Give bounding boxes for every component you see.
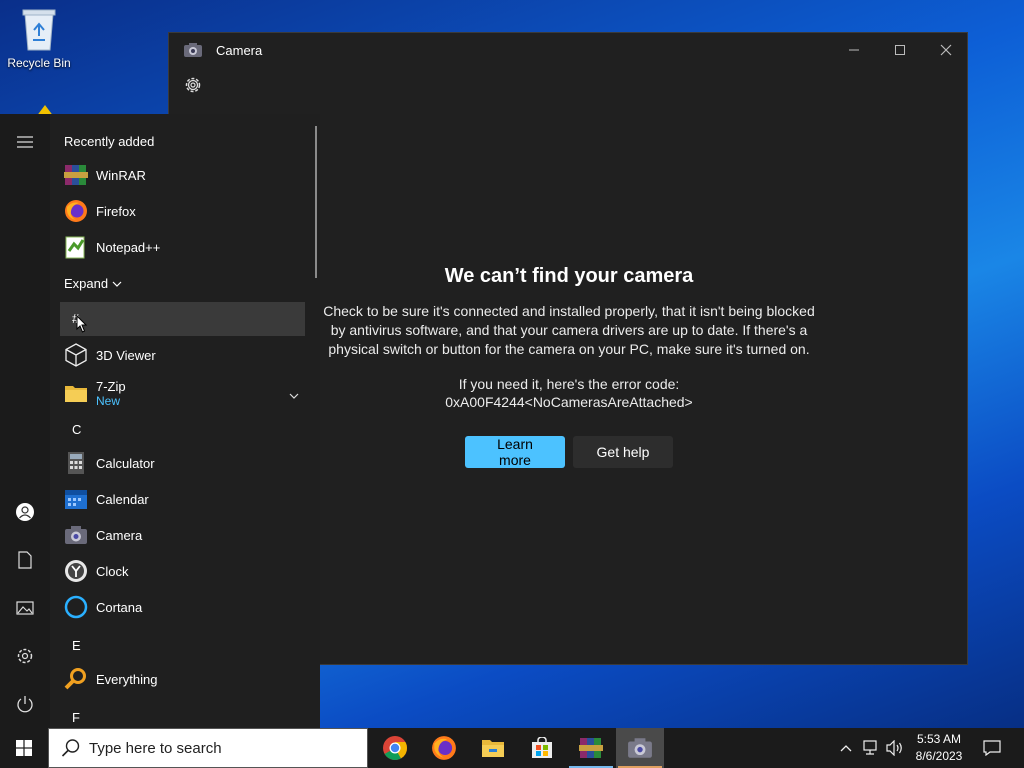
camera-error-panel: We can’t find your camera Check to be su… [319, 265, 819, 468]
group-header-e[interactable]: E [72, 638, 81, 653]
clock-time: 5:53 AM [916, 732, 962, 746]
recycle-bin[interactable]: Recycle Bin [4, 6, 74, 70]
learn-more-button[interactable]: Learn more [465, 436, 565, 468]
minimize-button[interactable] [831, 33, 877, 67]
camera-titlebar[interactable]: Camera [169, 33, 967, 67]
maximize-button[interactable] [877, 33, 923, 67]
new-badge: New [96, 393, 121, 408]
search-icon [61, 738, 81, 758]
app-calendar[interactable]: Calendar [60, 481, 305, 517]
cube-icon [64, 343, 88, 367]
app-3d-viewer[interactable]: 3D Viewer [60, 337, 305, 373]
taskbar: 5:53 AM 8/6/2023 [0, 728, 1024, 768]
start-menu: Recently added WinRAR Firefox Notepad++ … [0, 114, 320, 728]
app-notepad-plus-plus[interactable]: Notepad++ [60, 229, 305, 265]
network-icon[interactable] [860, 728, 882, 768]
show-hidden-icons-button[interactable] [836, 728, 856, 768]
store-icon [532, 737, 552, 758]
search-input[interactable] [89, 739, 349, 757]
taskbar-chrome[interactable] [371, 728, 419, 768]
camera-icon [184, 43, 202, 57]
action-center-icon[interactable] [978, 728, 1006, 768]
folder-icon [64, 381, 88, 405]
recently-added-header: Recently added [64, 134, 155, 149]
chevron-up-icon [840, 745, 852, 752]
app-clock[interactable]: Clock [60, 553, 305, 589]
documents-icon[interactable] [13, 548, 37, 572]
hamburger-menu-icon[interactable] [13, 130, 37, 154]
taskbar-clock[interactable]: 5:53 AM 8/6/2023 [910, 731, 968, 765]
close-button[interactable] [923, 33, 969, 67]
file-explorer-icon [482, 740, 504, 757]
app-winrar[interactable]: WinRAR [60, 157, 305, 193]
windows-logo-icon [16, 740, 32, 756]
winrar-icon [64, 163, 88, 187]
taskbar-winrar[interactable] [567, 728, 615, 768]
taskbar-search-box[interactable] [48, 728, 368, 768]
app-cortana[interactable]: Cortana [60, 589, 305, 625]
clock-icon [64, 559, 88, 583]
group-header-f[interactable]: F [72, 710, 80, 725]
camera-icon [64, 523, 88, 547]
chevron-down-icon[interactable] [289, 387, 299, 405]
get-help-button[interactable]: Get help [573, 436, 673, 468]
app-everything[interactable]: Everything [60, 661, 305, 697]
app-7zip[interactable]: 7-Zip New [60, 373, 305, 413]
group-header-c[interactable]: C [72, 422, 81, 437]
app-list-scrollbar[interactable] [315, 126, 317, 278]
group-header-hash[interactable]: # [60, 302, 305, 336]
start-button[interactable] [0, 728, 48, 768]
taskbar-store[interactable] [518, 728, 566, 768]
expand-button[interactable]: Expand [64, 276, 122, 291]
mouse-cursor-icon [76, 315, 88, 333]
error-code-label: If you need it, here's the error code: [458, 376, 680, 392]
user-account-icon[interactable] [13, 500, 37, 524]
taskbar-firefox[interactable] [420, 728, 468, 768]
app-calculator[interactable]: Calculator [60, 445, 305, 481]
calendar-icon [64, 487, 88, 511]
app-firefox[interactable]: Firefox [60, 193, 305, 229]
volume-icon[interactable] [884, 728, 906, 768]
gear-icon[interactable] [183, 75, 203, 95]
settings-icon[interactable] [13, 644, 37, 668]
camera-icon [628, 738, 652, 758]
app-camera[interactable]: Camera [60, 517, 305, 553]
power-icon[interactable] [13, 692, 37, 716]
magnifier-icon [64, 667, 88, 691]
error-heading: We can’t find your camera [444, 265, 694, 287]
taskbar-camera[interactable] [616, 728, 664, 768]
calculator-icon [64, 451, 88, 475]
window-title: Camera [216, 43, 263, 58]
start-rail [0, 114, 50, 728]
chevron-down-icon [112, 276, 122, 291]
taskbar-file-explorer[interactable] [469, 728, 517, 768]
app-list: Recently added WinRAR Firefox Notepad++ … [50, 114, 320, 728]
clock-date: 8/6/2023 [915, 749, 963, 763]
error-description: Check to be sure it's connected and inst… [323, 303, 815, 357]
cortana-icon [64, 595, 88, 619]
notepad-plus-plus-icon [64, 235, 88, 259]
error-code: 0xA00F4244<NoCamerasAreAttached> [445, 394, 693, 410]
winrar-icon [579, 738, 603, 758]
pictures-icon[interactable] [13, 596, 37, 620]
expand-label: Expand [64, 276, 109, 291]
recycle-bin-icon [19, 6, 59, 52]
recycle-bin-label: Recycle Bin [7, 56, 71, 70]
firefox-icon [432, 736, 456, 760]
firefox-icon [64, 199, 88, 223]
chrome-icon [383, 736, 407, 761]
